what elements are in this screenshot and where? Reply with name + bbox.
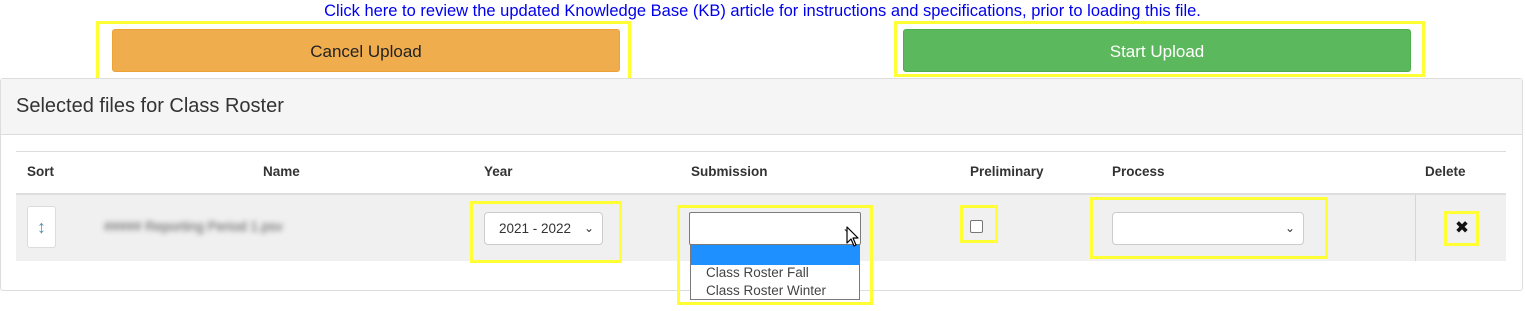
submission-option-blank[interactable] xyxy=(691,245,859,265)
kb-article-link[interactable]: Click here to review the updated Knowled… xyxy=(0,0,1525,22)
sort-handle[interactable]: ↕ xyxy=(27,206,56,248)
start-upload-button[interactable]: Start Upload xyxy=(903,29,1411,72)
year-select[interactable]: 2021 - 2022 ⌄ xyxy=(484,212,603,245)
column-header-year: Year xyxy=(484,164,513,179)
process-select[interactable]: ⌄ xyxy=(1112,212,1304,245)
column-header-delete: Delete xyxy=(1425,164,1466,179)
column-header-sort: Sort xyxy=(27,164,54,179)
mouse-pointer-icon xyxy=(846,226,859,247)
column-header-process: Process xyxy=(1112,164,1165,179)
table-top-border xyxy=(16,151,1506,152)
submission-option-fall[interactable]: Class Roster Fall xyxy=(691,264,859,282)
delete-column-divider xyxy=(1415,195,1416,261)
chevron-down-icon: ⌄ xyxy=(583,221,594,235)
close-x-icon: ✖ xyxy=(1454,218,1470,237)
submission-option-winter[interactable]: Class Roster Winter xyxy=(691,282,859,300)
submission-select[interactable]: ⌄ xyxy=(689,212,861,245)
submission-dropdown-list: Class Roster Fall Class Roster Winter xyxy=(690,244,860,300)
sort-vertical-arrow-icon: ↕ xyxy=(37,217,46,237)
chevron-down-icon: ⌄ xyxy=(1284,221,1295,235)
preliminary-checkbox[interactable] xyxy=(970,220,983,233)
cancel-upload-button[interactable]: Cancel Upload xyxy=(112,29,620,72)
column-header-preliminary: Preliminary xyxy=(970,164,1044,179)
column-header-submission: Submission xyxy=(691,164,768,179)
year-select-value: 2021 - 2022 xyxy=(499,221,572,236)
delete-file-button[interactable]: ✖ xyxy=(1454,219,1470,237)
file-name: ##### Reporting Period 1.psv xyxy=(104,219,283,234)
column-header-name: Name xyxy=(263,164,300,179)
panel-title: Selected files for Class Roster xyxy=(16,95,284,117)
